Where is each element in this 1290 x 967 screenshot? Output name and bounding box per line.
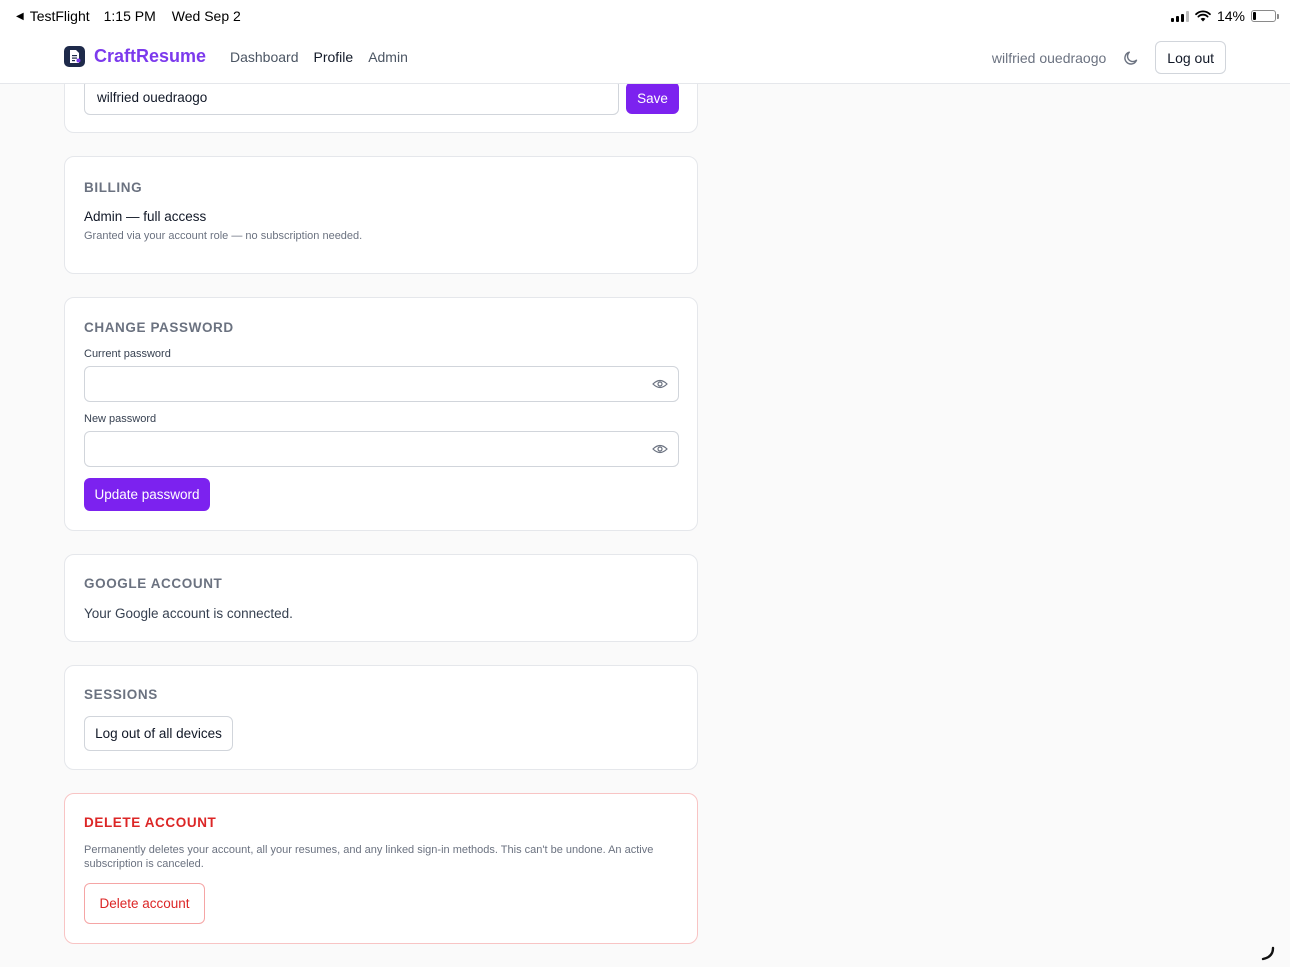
billing-card: BILLING Admin — full access Granted via … — [64, 156, 698, 274]
logout-all-devices-button[interactable]: Log out of all devices — [84, 716, 233, 751]
nav-user-area: wilfried ouedraogo Log out — [992, 41, 1226, 74]
sessions-card: SESSIONS Log out of all devices — [64, 665, 698, 770]
delete-account-description: Permanently deletes your account, all yo… — [84, 844, 654, 870]
google-account-card: GOOGLE ACCOUNT Your Google account is co… — [64, 554, 698, 642]
new-password-label: New password — [84, 413, 157, 425]
status-indicators: 14% — [1170, 8, 1279, 24]
battery-percent: 14% — [1216, 8, 1245, 24]
new-password-input[interactable] — [84, 431, 679, 467]
top-navigation: CraftResume Dashboard Profile Admin wilf… — [0, 32, 1290, 84]
current-password-input[interactable] — [84, 366, 679, 402]
google-account-title: GOOGLE ACCOUNT — [84, 576, 223, 591]
moon-icon[interactable] — [1122, 49, 1140, 67]
wifi-icon — [1195, 10, 1211, 22]
battery-level — [1253, 12, 1256, 20]
nav-user-name: wilfried ouedraogo — [991, 49, 1107, 66]
status-bar: ◀ TestFlight 1:15 PM Wed Sep 2 14% — [0, 0, 1290, 32]
status-date: Wed Sep 2 — [171, 8, 241, 24]
nav-links: Dashboard Profile Admin — [230, 49, 408, 65]
show-new-password-eye-icon[interactable] — [652, 443, 668, 455]
display-name-input[interactable] — [84, 79, 619, 115]
delete-account-card: DELETE ACCOUNT Permanently deletes your … — [64, 793, 698, 944]
status-time: 1:15 PM — [103, 8, 156, 24]
back-app-name: TestFlight — [29, 8, 90, 24]
brand[interactable]: CraftResume — [64, 46, 206, 67]
sessions-title: SESSIONS — [84, 687, 158, 702]
cellular-signal-icon — [1170, 10, 1189, 22]
brand-name: CraftResume — [94, 46, 207, 66]
delete-account-title: DELETE ACCOUNT — [84, 815, 217, 830]
change-password-card: CHANGE PASSWORD Current password New pas… — [64, 297, 698, 531]
save-name-button[interactable]: Save — [626, 82, 679, 114]
back-to-app[interactable]: ◀ TestFlight 1:15 PM Wed Sep 2 — [16, 8, 241, 24]
billing-note: Granted via your account role — no subsc… — [84, 230, 363, 242]
billing-plan: Admin — full access — [84, 209, 207, 224]
current-password-label: Current password — [84, 348, 171, 360]
nav-link-admin[interactable]: Admin — [368, 49, 408, 65]
change-password-title: CHANGE PASSWORD — [84, 320, 234, 335]
page: ◀ TestFlight 1:15 PM Wed Sep 2 14% Craft… — [0, 0, 1290, 967]
logout-button[interactable]: Log out — [1155, 41, 1226, 74]
back-triangle-icon: ◀ — [16, 10, 24, 22]
billing-title: BILLING — [84, 180, 143, 195]
document-logo-icon — [64, 46, 85, 67]
google-account-status: Your Google account is connected. — [84, 606, 293, 621]
nav-link-dashboard[interactable]: Dashboard — [230, 49, 299, 65]
update-password-button[interactable]: Update password — [84, 478, 210, 511]
loading-spinner-icon — [1261, 946, 1275, 961]
delete-account-button[interactable]: Delete account — [84, 883, 205, 924]
battery-icon — [1251, 10, 1279, 22]
nav-link-profile[interactable]: Profile — [314, 49, 354, 65]
show-password-eye-icon[interactable] — [652, 378, 668, 390]
